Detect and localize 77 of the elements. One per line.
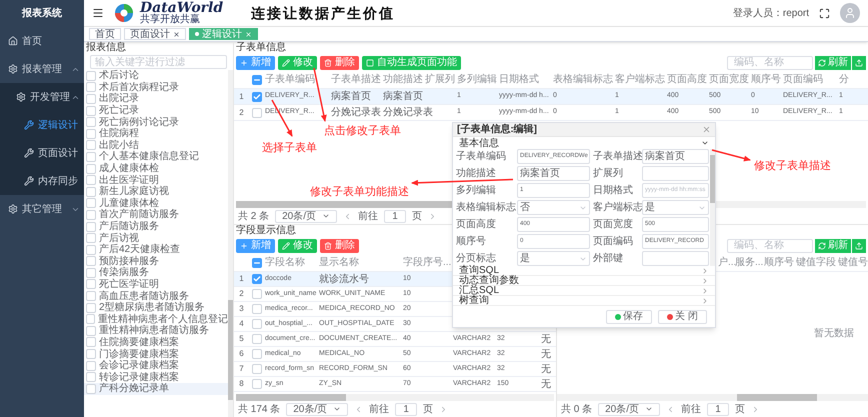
row-number: 3: [238, 303, 245, 315]
column-header: 字段序号...: [403, 257, 452, 268]
total-count: 共 0 条: [561, 402, 592, 416]
goto-label: 前往: [358, 210, 378, 224]
field-label: 子表单编码: [456, 150, 507, 164]
column-header: 显示名称: [319, 257, 359, 268]
table-cell: 无: [541, 348, 551, 360]
annotation-text: 选择子表单: [262, 141, 317, 156]
table-cell: 无: [541, 378, 551, 390]
column-header: 功能描述: [383, 74, 423, 85]
field-label: 客户端标志: [593, 200, 642, 215]
field-label: 扩展列: [593, 166, 624, 181]
empty-text: 暂无数据: [814, 326, 854, 340]
dialog-title: [子表单信息:编辑]: [457, 122, 537, 137]
row-number: 2: [238, 106, 245, 118]
row-number: 5: [238, 333, 245, 345]
page-unit: 页: [423, 402, 434, 416]
table-cell: 病案首页: [383, 91, 423, 102]
annotation-text: 修改子表单功能描述: [310, 185, 409, 200]
column-header: 表格编辑标志: [553, 74, 613, 85]
column-header: 子表单编码: [265, 74, 315, 85]
field-label: 子表单描述: [593, 150, 642, 164]
goto-label: 前往: [681, 402, 702, 416]
column-header: 键值字段: [796, 257, 836, 268]
panel-title: 报表信息: [85, 42, 127, 54]
total-count: 共 2 条: [238, 210, 270, 224]
field-label: 顺序号: [456, 234, 487, 249]
field-label: 外部键: [593, 252, 624, 266]
field-label: 功能描述: [456, 166, 497, 181]
column-header: 页面编码: [783, 74, 823, 85]
column-header: 扩展列: [425, 74, 455, 85]
annotation-text: 点击修改子表单: [324, 124, 401, 139]
logo-title: DataWorld: [140, 1, 224, 15]
row-number: 4: [238, 318, 245, 330]
column-header: 字段名称: [265, 257, 305, 268]
field-label: 页面高度: [456, 218, 497, 232]
table-cell: 就诊流水号: [319, 274, 369, 284]
section-title: 子表单信息: [235, 42, 287, 54]
column-header: 顺序号: [751, 74, 781, 85]
column-header: 分: [839, 74, 849, 85]
column-header: 服务...: [735, 257, 764, 268]
section-title: 字段显示信息: [235, 225, 297, 237]
total-count: 共 174 条: [238, 402, 280, 416]
page-unit: 页: [412, 210, 422, 224]
annotation-text: 修改子表单描述: [754, 159, 831, 174]
table-cell: 分娩记录表: [383, 107, 433, 118]
page-unit: 页: [735, 402, 746, 416]
table-cell: 无: [541, 334, 551, 344]
slogan: 连接让数据产生价值: [251, 4, 396, 22]
field-label: 分页标志: [456, 252, 497, 264]
app-title: 报表系统: [20, 6, 63, 21]
column-header: 日期格式: [499, 74, 539, 85]
field-label: 日期格式: [593, 184, 634, 198]
row-number: 1: [238, 273, 245, 285]
user-label: 登录人员：report: [732, 6, 809, 20]
column-header: 子表单描述: [331, 74, 381, 85]
column-header: 客户端标志: [615, 74, 665, 85]
field-label: 页面宽度: [593, 218, 634, 232]
column-header: 顺序号: [764, 257, 794, 268]
row-number: 1: [238, 90, 245, 102]
row-number: 7: [238, 363, 245, 375]
field-label: 表格编辑标志: [456, 200, 517, 215]
logo-subtitle: 共享开放共赢: [140, 15, 201, 25]
row-number: 2: [238, 288, 245, 300]
column-header: 页面宽度: [709, 74, 749, 85]
column-header: 页面高度: [667, 74, 707, 85]
field-label: 页面编码: [593, 234, 634, 249]
row-number: 8: [238, 378, 245, 390]
table-cell: 无: [541, 364, 551, 374]
column-header: 户...: [718, 257, 736, 268]
column-header: 键值号: [838, 257, 868, 268]
table-cell: 病案首页: [331, 91, 371, 102]
goto-label: 前往: [369, 402, 390, 416]
field-label: 多列编辑: [456, 184, 497, 198]
row-number: 6: [238, 348, 245, 360]
table-cell: 分娩记录表: [331, 107, 381, 118]
column-header: 多列编辑: [457, 74, 497, 85]
